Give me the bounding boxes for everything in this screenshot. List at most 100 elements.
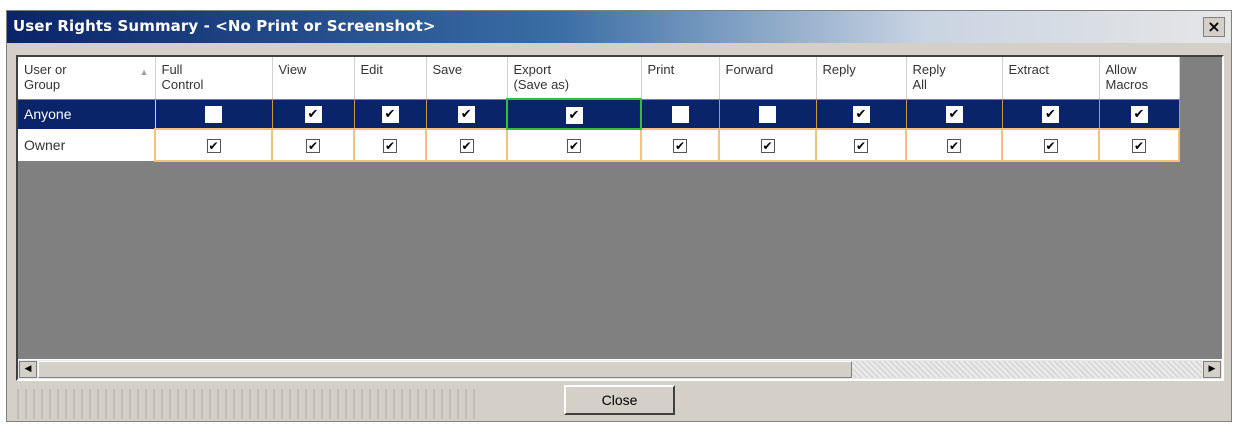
column-header-reply-all[interactable]: Reply All	[906, 57, 1003, 100]
checkmark-icon: ✔	[762, 139, 773, 153]
checkbox-checked[interactable]: ✔	[459, 139, 474, 153]
checkmark-icon: ✔	[1045, 139, 1056, 153]
rights-cell[interactable]: ✔	[154, 128, 273, 162]
checkmark-icon: ✔	[855, 139, 867, 153]
row-name[interactable]: Owner	[18, 129, 156, 161]
rights-cell[interactable]: ✔	[640, 128, 720, 162]
checkmark-icon: ✔	[568, 139, 580, 153]
rights-cell[interactable]: ✔	[353, 98, 427, 130]
column-header-user-or-group[interactable]: ▲ User or Group	[18, 57, 156, 100]
table-row[interactable]: Owner ✔ ✔ ✔ ✔ ✔ ✔ ✔ ✔ ✔ ✔ ✔	[18, 128, 1180, 162]
checkmark-icon: ✔	[948, 139, 960, 153]
dialog-title: User Rights Summary - <No Print or Scree…	[13, 17, 436, 35]
checkmark-icon: ✔	[307, 139, 319, 153]
rights-cell[interactable]	[154, 98, 273, 130]
column-header-edit[interactable]: Edit	[354, 57, 427, 100]
column-header-print[interactable]: Print	[641, 57, 720, 100]
rights-cell[interactable]: ✔	[815, 128, 907, 162]
column-header-allow-macros[interactable]: Allow Macros	[1099, 57, 1180, 100]
scrollbar-thumb[interactable]	[38, 361, 852, 378]
column-header-reply[interactable]: Reply	[816, 57, 907, 100]
checkmark-icon: ✔	[384, 139, 396, 153]
scrollbar-track[interactable]	[852, 361, 1202, 378]
rights-cell[interactable]: ✔	[1098, 128, 1180, 162]
checkbox-checked[interactable]: ✔	[206, 139, 221, 153]
close-button[interactable]: Close	[564, 385, 675, 415]
column-header-view[interactable]: View	[272, 57, 355, 100]
user-rights-dialog: User Rights Summary - <No Print or Scree…	[6, 10, 1232, 422]
checkbox-checked[interactable]: ✔	[852, 106, 870, 124]
checkbox-checked[interactable]: ✔	[306, 139, 320, 153]
rights-cell[interactable]: ✔	[425, 128, 508, 162]
rights-cell[interactable]: ✔	[718, 128, 817, 162]
checkbox-checked[interactable]: ✔	[567, 139, 581, 153]
column-label: Save	[432, 62, 463, 77]
rights-table: ▲ User or Group Full Control View Edit Save…	[18, 57, 1180, 162]
checkbox-checked[interactable]: ✔	[947, 139, 961, 153]
sort-indicator-icon: ▲	[139, 67, 149, 77]
rights-cell[interactable]: ✔	[506, 98, 642, 130]
checkbox-checked[interactable]: ✔	[565, 106, 583, 124]
rights-cell[interactable]: ✔	[905, 128, 1003, 162]
rights-cell[interactable]: ✔	[271, 98, 355, 130]
column-header-forward[interactable]: Forward	[719, 57, 817, 100]
checkbox-checked[interactable]: ✔	[1042, 106, 1059, 124]
column-header-extract[interactable]: Extract	[1002, 57, 1100, 100]
checkbox-checked[interactable]: ✔	[854, 139, 868, 153]
scroll-right-icon[interactable]: ▶	[1203, 361, 1221, 378]
checkmark-icon: ✔	[208, 139, 219, 153]
rights-cell[interactable]: ✔	[271, 128, 355, 162]
rights-cell[interactable]: ✔	[1098, 98, 1180, 130]
checkmark-icon: ✔	[1133, 107, 1145, 123]
column-header-save[interactable]: Save	[426, 57, 508, 100]
checkmark-icon: ✔	[1045, 107, 1056, 123]
column-label: Extract	[1008, 62, 1049, 77]
checkmark-icon: ✔	[307, 107, 319, 123]
rights-cell[interactable]: ✔	[815, 98, 907, 130]
header-row: ▲ User or Group Full Control View Edit Save…	[18, 57, 1180, 100]
column-label: Full Control	[161, 62, 204, 92]
checkbox-checked[interactable]: ✔	[1043, 139, 1058, 153]
checkbox-checked[interactable]: ✔	[945, 106, 963, 124]
decorative-pattern	[11, 389, 481, 419]
column-header-export[interactable]: Export (Save as)	[507, 57, 642, 100]
column-label: Print	[647, 62, 675, 77]
checkbox-unchecked[interactable]	[759, 106, 776, 124]
column-label: Allow Macros	[1105, 62, 1149, 92]
checkbox-unchecked[interactable]	[205, 106, 222, 124]
checkmark-icon: ✔	[855, 107, 867, 123]
checkbox-checked[interactable]: ✔	[304, 106, 322, 124]
column-header-full-control[interactable]: Full Control	[155, 57, 273, 100]
checkbox-checked[interactable]: ✔	[381, 106, 399, 124]
checkbox-checked[interactable]: ✔	[383, 139, 397, 153]
checkbox-checked[interactable]: ✔	[760, 139, 775, 153]
checkmark-icon: ✔	[384, 107, 396, 123]
column-label: View	[278, 62, 307, 77]
column-label: Export (Save as)	[513, 62, 570, 92]
rights-cell[interactable]: ✔	[1001, 98, 1100, 130]
checkmark-icon: ✔	[460, 107, 472, 123]
title-bar[interactable]: User Rights Summary - <No Print or Scree…	[7, 11, 1231, 43]
checkbox-checked[interactable]: ✔	[1132, 139, 1146, 153]
rights-cell[interactable]: ✔	[506, 128, 642, 162]
rights-cell[interactable]: ✔	[425, 98, 508, 130]
checkmark-icon: ✔	[568, 107, 580, 123]
rights-cell[interactable]: ✔	[353, 128, 427, 162]
checkbox-checked[interactable]: ✔	[1130, 106, 1148, 124]
rights-cell[interactable]: ✔	[1001, 128, 1100, 162]
checkbox-unchecked[interactable]	[671, 106, 689, 124]
rights-cell[interactable]	[718, 98, 817, 130]
rights-cell[interactable]: ✔	[905, 98, 1003, 130]
checkmark-icon: ✔	[674, 139, 686, 153]
checkmark-icon: ✔	[1133, 139, 1145, 153]
row-name[interactable]: Anyone	[18, 99, 156, 129]
horizontal-scrollbar[interactable]: ◀ ▶	[18, 359, 1222, 379]
checkbox-checked[interactable]: ✔	[673, 139, 687, 153]
column-label: Forward	[725, 62, 774, 77]
table-row[interactable]: Anyone ✔ ✔ ✔ ✔ ✔ ✔ ✔ ✔	[18, 98, 1180, 130]
close-icon[interactable]: ×	[1203, 17, 1225, 37]
scroll-left-icon[interactable]: ◀	[19, 361, 37, 378]
checkbox-checked[interactable]: ✔	[457, 106, 475, 124]
checkmark-icon: ✔	[461, 139, 472, 153]
rights-cell[interactable]	[640, 98, 720, 130]
